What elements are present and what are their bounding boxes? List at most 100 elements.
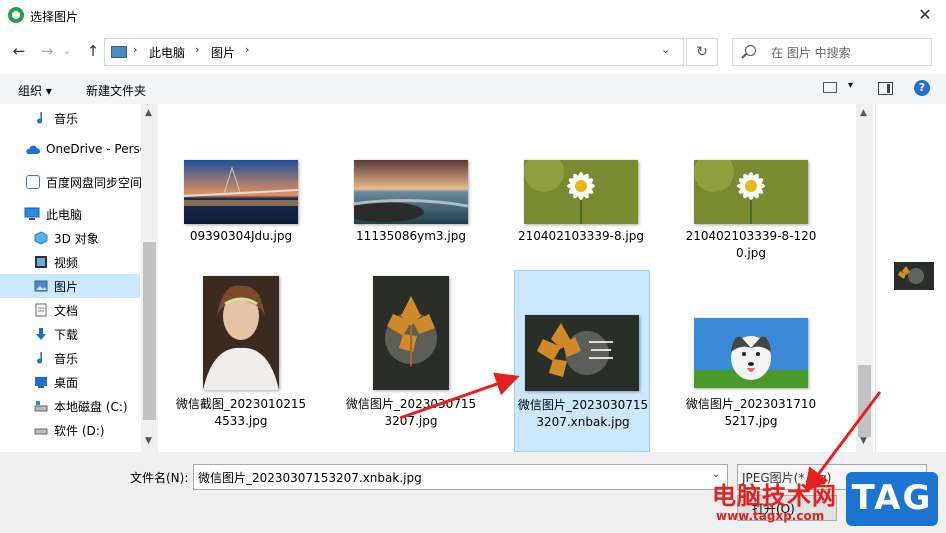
new-folder-button[interactable]: 新建文件夹 <box>86 82 146 99</box>
file-thumbnail <box>373 276 449 390</box>
sidebar-item-music-top[interactable]: 音乐 <box>0 106 140 130</box>
file-item-selected[interactable]: 微信图片_20230307153207.xnbak.jpg <box>514 270 650 452</box>
file-thumbnail <box>694 318 808 388</box>
sidebar-item-downloads[interactable]: 下载 <box>0 322 140 346</box>
breadcrumb-separator[interactable]: › <box>133 43 137 56</box>
forward-button[interactable]: → <box>34 31 60 71</box>
file-thumbnail <box>525 315 639 391</box>
sidebar-item-label: 桌面 <box>54 376 79 390</box>
video-icon <box>34 255 48 269</box>
file-item[interactable]: 微信图片_20230317105217.jpg <box>683 270 819 450</box>
sidebar-item-label: 音乐 <box>54 352 79 366</box>
file-thumbnail <box>203 276 279 390</box>
preview-pane-icon[interactable] <box>878 82 893 95</box>
address-dropdown-button[interactable]: ⌄ <box>661 43 670 56</box>
sidebar-item-label: 此电脑 <box>46 208 83 222</box>
sidebar-item-label: 3D 对象 <box>54 232 99 246</box>
sidebar-item-onedrive[interactable]: OneDrive - Perso <box>0 138 147 162</box>
file-name: 210402103339-8-1200.jpg <box>685 229 817 260</box>
sidebar-item-drive-d[interactable]: 软件 (D:) <box>0 418 140 442</box>
music-note-icon <box>34 111 48 125</box>
address-bar[interactable]: › 此电脑 › 图片 › ⌄ <box>104 38 684 66</box>
close-button[interactable]: ✕ <box>904 0 946 30</box>
drive-icon <box>34 399 48 413</box>
breadcrumb-this-pc[interactable]: 此电脑 <box>149 44 185 61</box>
sidebar-item-label: 软件 (D:) <box>54 424 105 438</box>
watermark-text: 电脑技术网 <box>712 482 837 510</box>
preview-image <box>894 262 934 290</box>
command-toolbar: 组织 ▾ 新建文件夹 ▾ ? <box>0 74 946 104</box>
breadcrumb-pictures[interactable]: 图片 <box>211 44 235 61</box>
help-icon[interactable]: ? <box>914 80 930 96</box>
filename-label: 文件名(N): <box>130 471 189 485</box>
sidebar-item-label: 音乐 <box>54 112 79 126</box>
sidebar-item-documents[interactable]: 文档 <box>0 298 140 322</box>
filename-input[interactable] <box>193 464 728 490</box>
search-placeholder: 在 图片 中搜索 <box>771 46 851 60</box>
file-name: 210402103339-8.jpg <box>518 229 644 243</box>
file-thumbnail <box>184 160 298 224</box>
file-thumbnail <box>354 160 468 224</box>
pictures-icon <box>34 279 48 293</box>
pictures-folder-icon <box>111 46 127 58</box>
up-button[interactable]: ↑ <box>80 31 106 71</box>
file-name: 11135086ym3.jpg <box>356 229 466 243</box>
sidebar-item-baidu[interactable]: 百度网盘同步空间 <box>0 170 142 194</box>
refresh-button[interactable]: ↻ <box>686 38 718 66</box>
sidebar-item-drive-c[interactable]: 本地磁盘 (C:) <box>0 394 140 418</box>
sidebar-item-this-pc[interactable]: 此电脑 <box>0 202 140 226</box>
search-input[interactable]: 在 图片 中搜索 <box>732 38 932 66</box>
file-name: 09390304Jdu.jpg <box>189 229 293 243</box>
scroll-up-arrow-icon[interactable]: ▲ <box>145 108 152 118</box>
onedrive-cloud-icon <box>24 143 40 157</box>
sidebar-item-desktop[interactable]: 桌面 <box>0 370 140 394</box>
computer-icon <box>24 207 40 221</box>
download-icon <box>34 327 48 341</box>
sidebar-item-videos[interactable]: 视频 <box>0 250 140 274</box>
file-item[interactable]: 微信图片_20230307153207.jpg <box>343 270 479 450</box>
search-icon <box>745 45 756 56</box>
change-view-icon[interactable] <box>823 82 837 93</box>
file-item[interactable]: 微信截图_20230102154533.jpg <box>173 270 309 450</box>
sidebar-item-label: 图片 <box>54 280 79 294</box>
file-list-scroll-thumb[interactable] <box>858 365 871 437</box>
breadcrumb-separator[interactable]: › <box>245 43 249 56</box>
back-button[interactable]: ← <box>6 31 32 71</box>
desktop-icon <box>34 375 48 389</box>
title-bar: 选择图片 ✕ <box>0 0 946 30</box>
breadcrumb-separator[interactable]: › <box>195 43 199 56</box>
sidebar-item-music[interactable]: 音乐 <box>0 346 140 370</box>
window-title: 选择图片 <box>30 10 79 24</box>
file-thumbnail <box>694 160 808 224</box>
sidebar-item-label: 视频 <box>54 256 79 270</box>
baidu-netdisk-icon <box>26 175 40 189</box>
preview-pane <box>875 104 946 452</box>
recent-locations-button[interactable]: ⌄ <box>58 31 76 71</box>
scroll-up-arrow-icon[interactable]: ▲ <box>860 108 867 118</box>
file-name: 微信图片_20230307153207.jpg <box>345 397 477 428</box>
file-list: 09390304Jdu.jpg 11135086ym3.jpg 21040210… <box>160 104 873 452</box>
scroll-down-arrow-icon[interactable]: ▼ <box>860 436 867 446</box>
watermark-logo: TAG <box>846 472 938 526</box>
sidebar-item-label: 文档 <box>54 304 79 318</box>
sidebar-item-label: OneDrive - Perso <box>46 142 148 156</box>
drive-icon <box>34 423 48 437</box>
sidebar-scroll-thumb[interactable] <box>143 242 156 420</box>
organize-menu[interactable]: 组织 ▾ <box>18 82 52 99</box>
3d-objects-icon <box>34 231 48 245</box>
sidebar-item-3d-objects[interactable]: 3D 对象 <box>0 226 140 250</box>
navigation-bar: ← → ⌄ ↑ › 此电脑 › 图片 › ⌄ ↻ 在 图片 中搜索 <box>0 31 946 71</box>
view-options-dropdown[interactable]: ▾ <box>848 80 853 91</box>
app-icon <box>8 7 24 23</box>
documents-icon <box>34 303 48 317</box>
sidebar-item-label: 下载 <box>54 328 79 342</box>
music-note-icon <box>34 351 48 365</box>
file-thumbnail <box>524 160 638 224</box>
sidebar-item-pictures[interactable]: 图片 <box>0 274 140 298</box>
file-name: 微信图片_20230317105217.jpg <box>685 397 817 428</box>
navigation-pane: 音乐 OneDrive - Perso 百度网盘同步空间 此电脑 3D 对象 视… <box>0 104 158 452</box>
scroll-down-arrow-icon[interactable]: ▼ <box>145 436 152 446</box>
file-name: 微信图片_20230307153207.xnbak.jpg <box>517 398 649 429</box>
watermark-logo-text: TAG <box>851 478 933 518</box>
file-name: 微信截图_20230102154533.jpg <box>175 397 307 428</box>
